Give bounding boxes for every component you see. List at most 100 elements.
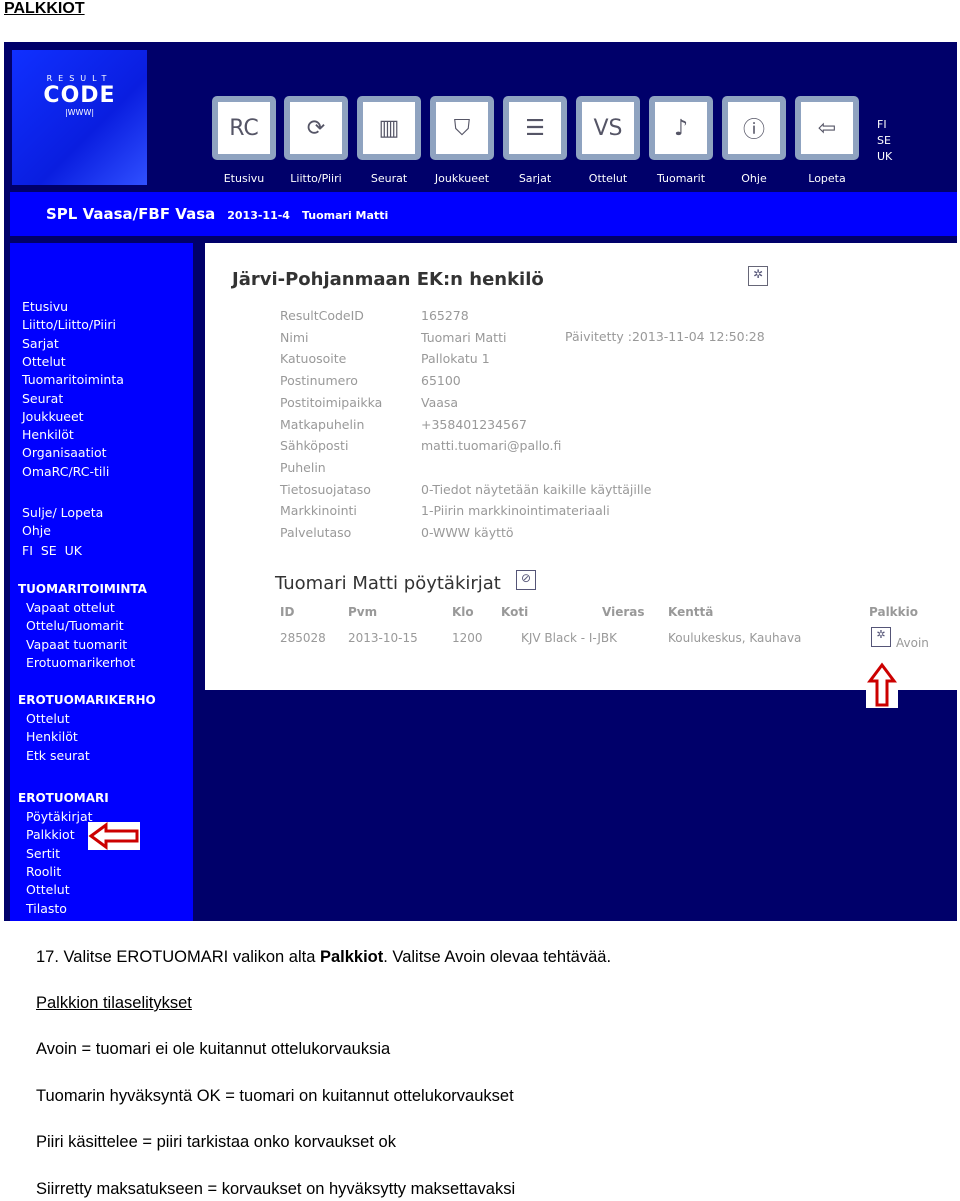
exit-icon[interactable]: ⇦ <box>795 96 859 160</box>
series-list-icon[interactable]: ☰ <box>503 96 567 160</box>
cell-id: 285028 <box>280 631 326 645</box>
records-title: Tuomari Matti pöytäkirjat <box>275 573 501 594</box>
field-value: matti.tuomari@pallo.fi <box>421 438 562 454</box>
nav-label: Ohje <box>741 172 767 185</box>
sidebar-item[interactable]: Henkilöt <box>22 427 74 442</box>
sidebar-item[interactable]: Ottelut <box>26 711 70 726</box>
lang-se[interactable]: SE <box>877 134 891 147</box>
info-icon[interactable]: ⓘ <box>722 96 786 160</box>
document-title: PALKKIOT <box>4 0 85 17</box>
sidebar-item[interactable]: Seurat <box>22 391 63 406</box>
field-label: Markkinointi <box>280 503 357 519</box>
whistle-icon[interactable]: ♪ <box>649 96 713 160</box>
nav-label: Ottelut <box>588 172 628 185</box>
field-value: Vaasa <box>421 394 459 410</box>
field-label: Postitoimipaikka <box>280 394 383 410</box>
sidebar-item[interactable]: Joukkueet <box>22 409 84 424</box>
up-arrow-annotation <box>866 662 898 708</box>
nav-liitto-piiri[interactable]: ⟳ Liitto/Piiri <box>282 96 350 185</box>
nav-label: Lopeta <box>808 172 846 185</box>
sidebar-item[interactable]: Vapaat tuomarit <box>26 637 127 652</box>
sidebar-item[interactable]: Vapaat ottelut <box>26 600 115 615</box>
status-explanation: Tuomarin hyväksyntä OK = tuomari on kuit… <box>36 1086 514 1105</box>
sidebar-item[interactable]: Tilasto <box>26 901 67 916</box>
sidebar-item[interactable]: Ottelut <box>26 882 70 897</box>
profile-title: Järvi-Pohjanmaan EK:n henkilö <box>232 269 544 290</box>
screenshot: RESULT CODE |WWW| SPL Vaasa/FBF Vasa 2013… <box>4 42 957 921</box>
nav-label: Liitto/Piiri <box>290 172 342 185</box>
field-label: Tietosuojataso <box>280 481 371 497</box>
field-label: Nimi <box>280 329 309 345</box>
fee-settings-icon[interactable]: ✲ <box>871 627 891 647</box>
field-value: 1-Piirin markkinointimateriaali <box>421 503 610 519</box>
cell-time: 1200 <box>452 631 483 645</box>
fee-status-link[interactable]: Avoin <box>896 636 929 650</box>
banner-user: Tuomari Matti <box>301 209 389 222</box>
field-value: +358401234567 <box>421 416 527 432</box>
sidebar-languages[interactable]: FI SE UK <box>22 543 82 558</box>
field-value: 165278 <box>421 308 469 323</box>
field-label: Palvelutaso <box>280 525 352 540</box>
cell-match: KJV Black - I-JBK <box>521 631 618 645</box>
sidebar-item[interactable]: Sulje/ Lopeta <box>22 505 103 520</box>
sidebar-item[interactable]: Henkilöt <box>26 729 78 744</box>
sidebar-item[interactable]: Ottelut <box>22 354 66 369</box>
people-circle-icon[interactable]: ⟳ <box>284 96 348 160</box>
clubs-icon[interactable]: ▥ <box>357 96 421 160</box>
sidebar: Etusivu Liitto/Liitto/Piiri Sarjat Ottelut T… <box>10 243 193 921</box>
nav-lopeta[interactable]: ⇦ Lopeta <box>793 96 861 185</box>
field-value: 65100 <box>421 373 461 389</box>
column-header: Pvm <box>348 605 378 619</box>
nav-tuomarit[interactable]: ♪ Tuomarit <box>647 96 715 185</box>
sidebar-item[interactable]: Ohje <box>22 523 51 538</box>
sidebar-item[interactable]: Roolit <box>26 864 61 879</box>
status-heading: Palkkion tilaselitykset <box>36 994 192 1012</box>
sidebar-item[interactable]: Sertit <box>26 846 60 861</box>
cell-date: 2013-10-15 <box>348 631 418 645</box>
resultcode-icon[interactable]: RC <box>212 96 276 160</box>
sidebar-section-title: EROTUOMARI <box>18 791 109 805</box>
field-label: Sähköposti <box>280 438 349 454</box>
column-header: Vieras <box>602 605 645 619</box>
status-explanation: Avoin = tuomari ei ole kuitannut otteluk… <box>36 1040 391 1058</box>
sidebar-item[interactable]: Tuomaritoiminta <box>22 372 124 387</box>
logo-text: |WWW| <box>64 108 95 117</box>
sidebar-item[interactable]: Palkkiot <box>26 827 75 842</box>
sidebar-item[interactable]: Organisaatiot <box>22 445 107 460</box>
logo-text: CODE <box>43 83 116 108</box>
column-header: Klo <box>452 605 474 619</box>
sidebar-item[interactable]: Etk seurat <box>26 748 90 763</box>
field-label: ResultCodeID <box>280 308 364 323</box>
link-icon[interactable]: ⊘ <box>516 570 536 590</box>
sidebar-item[interactable]: Sarjat <box>22 336 59 351</box>
nav-label: Sarjat <box>518 172 552 185</box>
sidebar-section-title: EROTUOMARIKERHO <box>18 693 156 707</box>
nav-ottelut[interactable]: VS Ottelut <box>574 96 642 185</box>
sidebar-item[interactable]: Pöytäkirjat <box>26 809 93 824</box>
sidebar-item[interactable]: Ottelu/Tuomarit <box>26 618 124 633</box>
instruction-step: 17. Valitse EROTUOMARI valikon alta Palk… <box>36 948 612 966</box>
nav-label: Tuomarit <box>656 172 706 185</box>
settings-icon[interactable]: ✲ <box>748 266 768 286</box>
lang-uk[interactable]: UK <box>877 150 892 163</box>
team-shield-icon[interactable]: ⛉ <box>430 96 494 160</box>
sidebar-item[interactable]: Liitto/Liitto/Piiri <box>22 317 116 332</box>
sidebar-item[interactable]: Etusivu <box>22 299 68 314</box>
column-header: Palkkio <box>869 605 919 619</box>
field-value: 0-Tiedot näytetään kaikille käyttäjille <box>421 481 652 497</box>
sidebar-item[interactable]: Erotuomarikerhot <box>26 655 135 670</box>
nav-etusivu[interactable]: RC Etusivu <box>210 96 278 185</box>
column-header: Koti <box>501 605 529 619</box>
banner-date: 2013-11-4 <box>227 209 290 222</box>
lang-fi[interactable]: FI <box>877 118 887 131</box>
nav-joukkueet[interactable]: ⛉ Joukkueet <box>428 96 496 185</box>
nav-seurat[interactable]: ▥ Seurat <box>355 96 423 185</box>
field-label: Postinumero <box>280 373 358 389</box>
nav-sarjat[interactable]: ☰ Sarjat <box>501 96 569 185</box>
sidebar-item[interactable]: OmaRC/RC-tili <box>22 464 109 479</box>
sidebar-section-title: TUOMARITOIMINTA <box>18 582 147 596</box>
nav-ohje[interactable]: ⓘ Ohje <box>720 96 788 185</box>
resultcode-logo[interactable]: RESULT CODE |WWW| <box>12 50 147 185</box>
field-label: Puhelin <box>280 459 326 475</box>
versus-icon[interactable]: VS <box>576 96 640 160</box>
